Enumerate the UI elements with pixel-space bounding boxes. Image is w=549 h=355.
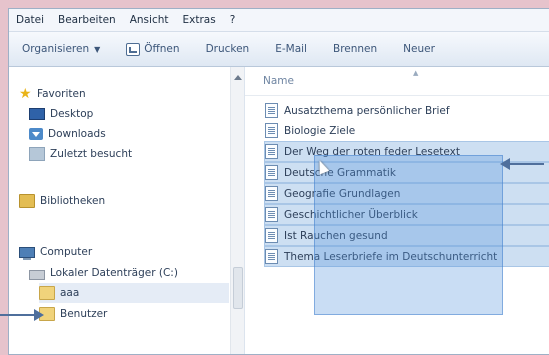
file-name: Ausatzthema persönlicher Brief [284, 104, 450, 117]
sidebar-item-label: Favoriten [37, 88, 86, 100]
document-icon [265, 144, 278, 159]
menu-ansicht[interactable]: Ansicht [123, 14, 176, 26]
file-item[interactable]: Biologie Ziele [265, 121, 549, 140]
sidebar-item-label: aaa [60, 287, 80, 299]
navigation-pane: ★ Favoriten Desktop Downloads Zuletzt be… [9, 67, 245, 354]
sidebar-item-libraries[interactable]: Bibliotheken [19, 191, 105, 211]
navigation-scrollbar[interactable] [230, 67, 244, 354]
library-icon [19, 194, 35, 208]
new-folder-button[interactable]: Neuer [390, 43, 448, 55]
sidebar-item-label: Bibliotheken [40, 195, 106, 207]
sidebar-item-label: Lokaler Datenträger (C:) [50, 267, 178, 279]
burn-button[interactable]: Brennen [320, 43, 390, 55]
column-header-name[interactable]: Name [263, 75, 294, 87]
scroll-up-icon[interactable] [234, 71, 242, 80]
sidebar-item-label: Computer [40, 246, 93, 258]
sidebar-item-desktop[interactable]: Desktop [29, 104, 93, 124]
menu-bearbeiten[interactable]: Bearbeiten [51, 14, 123, 26]
organize-button[interactable]: Organisieren ▼ [9, 43, 113, 55]
document-icon [265, 103, 278, 118]
document-icon [265, 207, 278, 222]
computer-icon [19, 246, 35, 260]
menu-extras[interactable]: Extras [176, 14, 223, 26]
sidebar-item-folder-users[interactable]: Benutzer [39, 304, 107, 324]
document-icon [265, 249, 278, 264]
sidebar-item-label: Benutzer [60, 308, 108, 320]
sidebar-item-recent[interactable]: Zuletzt besucht [29, 144, 132, 164]
organize-label: Organisieren [22, 43, 90, 55]
sidebar-item-local-disk[interactable]: Lokaler Datenträger (C:) [29, 263, 178, 283]
file-name: Biologie Ziele [284, 124, 356, 137]
email-button[interactable]: E-Mail [262, 43, 320, 55]
document-icon [265, 186, 278, 201]
sidebar-item-label: Zuletzt besucht [50, 148, 133, 160]
scroll-thumb[interactable] [233, 267, 243, 309]
menu-bar: Datei Bearbeiten Ansicht Extras ? [9, 9, 549, 32]
command-toolbar: Organisieren ▼ Öffnen Drucken E-Mail Bre… [9, 32, 549, 67]
sidebar-item-downloads[interactable]: Downloads [29, 124, 106, 144]
sidebar-item-computer[interactable]: Computer [19, 242, 92, 262]
sidebar-item-label: Downloads [48, 128, 106, 140]
hard-disk-icon [29, 270, 45, 280]
file-item[interactable]: Ausatzthema persönlicher Brief [265, 101, 549, 120]
open-button[interactable]: Öffnen [113, 42, 192, 56]
download-icon [29, 128, 43, 140]
open-icon [126, 42, 141, 56]
sort-ascending-icon: ▲ [413, 69, 419, 77]
arrow-right-icon [0, 309, 44, 321]
sidebar-item-label: Desktop [50, 108, 94, 120]
arrow-left-icon [500, 158, 544, 170]
desktop-icon [29, 108, 45, 120]
document-icon [265, 228, 278, 243]
drag-selection-rectangle [314, 155, 503, 315]
sidebar-item-folder-aaa[interactable]: aaa [39, 283, 229, 303]
recent-places-icon [29, 147, 45, 161]
document-icon [265, 123, 278, 138]
document-icon [265, 165, 278, 180]
open-label: Öffnen [144, 43, 180, 55]
file-list-header: Name ▲ [245, 67, 549, 96]
chevron-down-icon: ▼ [94, 44, 101, 54]
print-button[interactable]: Drucken [193, 43, 263, 55]
menu-datei[interactable]: Datei [9, 14, 51, 26]
folder-icon [39, 286, 55, 300]
menu-help[interactable]: ? [223, 14, 243, 26]
sidebar-item-favorites[interactable]: ★ Favoriten [19, 84, 86, 104]
star-icon: ★ [19, 86, 32, 102]
